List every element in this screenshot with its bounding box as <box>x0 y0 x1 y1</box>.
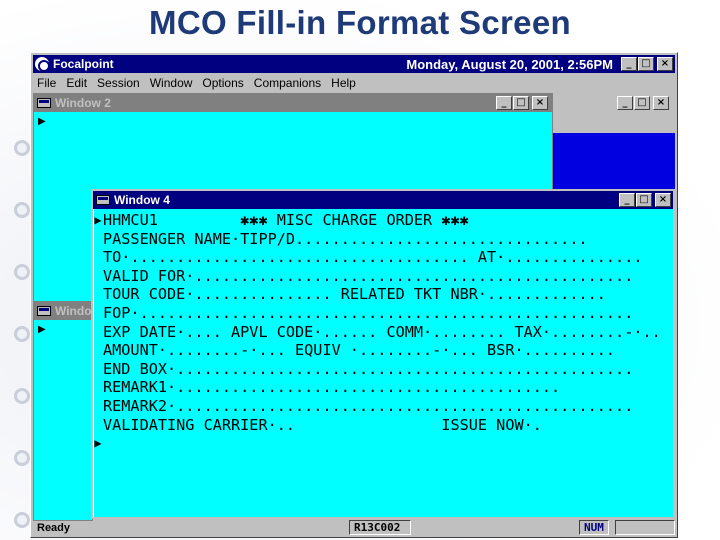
maximize-button[interactable]: □ <box>638 57 654 71</box>
menu-companions[interactable]: Companions <box>250 76 327 90</box>
cursor-marker <box>93 416 103 435</box>
terminal-line[interactable]: TOUR CODE·............... RELATED TKT NB… <box>93 285 673 304</box>
terminal-line-text: TO·.....................................… <box>103 248 643 267</box>
terminal-line-text: AMOUNT·........-·... EQUIV ·........-·..… <box>103 341 616 360</box>
cursor-marker: ▶ <box>38 324 46 335</box>
window-4-controls: _ □ × <box>619 193 671 207</box>
minimize-button[interactable]: _ <box>496 96 512 110</box>
menu-bar: File Edit Session Window Options Compani… <box>33 74 675 92</box>
focalpoint-window: Focalpoint Monday, August 20, 2001, 2:56… <box>30 52 678 538</box>
terminal-line-text: END BOX·................................… <box>103 359 634 378</box>
terminal-line-text: FOP·....................................… <box>103 303 634 322</box>
window-2-controls: _ □ × <box>496 96 548 110</box>
app-name: Focalpoint <box>53 57 114 71</box>
minimize-button[interactable]: _ <box>617 96 633 110</box>
terminal-line[interactable]: ▶ HHMCU1 ✱✱✱ MISC CHARGE ORDER ✱✱✱ <box>93 211 673 230</box>
menu-file[interactable]: File <box>33 76 62 90</box>
status-bar: Ready R13C002 NUM <box>33 519 675 536</box>
cursor-marker: ▶ <box>38 116 46 127</box>
maximize-button[interactable]: □ <box>634 96 650 110</box>
cursor-marker <box>93 304 103 323</box>
terminal-line-text: REMARK2·................................… <box>103 396 634 415</box>
window-2-title: Window 2 <box>55 96 111 110</box>
window-4-title: Window 4 <box>114 193 170 207</box>
status-empty-field <box>615 520 675 535</box>
terminal-line[interactable]: FOP·....................................… <box>93 304 673 323</box>
terminal-line[interactable]: END BOX·................................… <box>93 360 673 379</box>
window-4-titlebar[interactable]: Window 4 _ □ × <box>93 191 673 209</box>
close-button[interactable]: × <box>653 96 669 110</box>
terminal-line[interactable]: AMOUNT·........-·... EQUIV ·........-·..… <box>93 341 673 360</box>
strip-window-controls: _ □ × <box>617 96 669 110</box>
cursor-marker: ▶ <box>94 213 102 227</box>
cursor-marker: ▶ <box>94 436 102 451</box>
datetime-display: Monday, August 20, 2001, 2:56PM <box>406 56 613 72</box>
terminal-line-text: VALIDATING CARRIER·.. ISSUE NOW·. <box>103 415 542 434</box>
status-ready: Ready <box>37 521 71 534</box>
cursor-marker <box>93 397 103 416</box>
terminal-screen[interactable]: ▶ HHMCU1 ✱✱✱ MISC CHARGE ORDER ✱✱✱ PASSENG… <box>93 209 673 453</box>
cursor-position: R13C002 <box>349 520 411 535</box>
terminal-line-text: REMARK1·................................… <box>103 378 561 397</box>
window-2-titlebar[interactable]: Window 2 _ □ × <box>34 94 552 112</box>
cursor-marker <box>93 360 103 379</box>
window-3-title: Windo <box>55 304 92 318</box>
menu-edit[interactable]: Edit <box>62 76 93 90</box>
app-window-controls: _ □ × <box>621 57 673 71</box>
slide-title: MCO Fill-in Format Screen <box>149 4 571 41</box>
menu-window[interactable]: Window <box>146 76 199 90</box>
menu-session[interactable]: Session <box>93 76 146 90</box>
menu-options[interactable]: Options <box>198 76 249 90</box>
terminal-line[interactable]: VALIDATING CARRIER·.. ISSUE NOW·. <box>93 416 673 435</box>
terminal-line[interactable]: VALID FOR·..............................… <box>93 267 673 286</box>
window-4[interactable]: Window 4 _ □ × ▶ HHMCU1 ✱✱✱ MISC CHARGE O… <box>91 189 675 519</box>
terminal-line[interactable]: ▶ <box>93 434 673 453</box>
terminal-window-icon <box>37 306 51 316</box>
terminal-line-text: HHMCU1 ✱✱✱ MISC CHARGE ORDER ✱✱✱ <box>103 211 469 229</box>
num-lock-indicator: NUM <box>579 520 609 535</box>
terminal-window-icon <box>37 98 51 108</box>
cursor-marker <box>93 323 103 342</box>
app-titlebar[interactable]: Focalpoint Monday, August 20, 2001, 2:56… <box>33 55 675 73</box>
maximize-button[interactable]: □ <box>513 96 529 110</box>
cursor-marker <box>93 248 103 267</box>
minimize-button[interactable]: _ <box>621 57 637 71</box>
window-3[interactable]: Windo ▶ <box>33 301 93 521</box>
terminal-line-text: TOUR CODE·............... RELATED TKT NB… <box>103 285 606 304</box>
terminal-line[interactable]: TO·.....................................… <box>93 248 673 267</box>
minimized-window-strip: _ □ × <box>553 93 675 133</box>
close-button[interactable]: × <box>532 96 548 110</box>
cursor-marker <box>93 285 103 304</box>
globe-icon[interactable] <box>35 57 50 72</box>
window-3-titlebar[interactable]: Windo <box>34 302 92 320</box>
terminal-line[interactable]: PASSENGER NAME·TIPP/D...................… <box>93 230 673 249</box>
minimize-button[interactable]: _ <box>619 193 635 207</box>
terminal-line[interactable]: REMARK2·................................… <box>93 397 673 416</box>
terminal-line[interactable]: EXP DATE·.... APVL CODE·...... COMM·....… <box>93 323 673 342</box>
mdi-workspace: _ □ × Window 2 _ □ × ▶ Windo ▶ Window 4 … <box>33 93 675 521</box>
close-button[interactable]: × <box>657 57 673 71</box>
cursor-marker <box>93 267 103 286</box>
cursor-marker <box>93 378 103 397</box>
terminal-window-icon <box>96 195 110 205</box>
terminal-line-text: EXP DATE·.... APVL CODE·...... COMM·....… <box>103 322 661 341</box>
cursor-marker <box>93 230 103 249</box>
cursor-marker <box>93 341 103 360</box>
terminal-line[interactable]: REMARK1·................................… <box>93 378 673 397</box>
menu-help[interactable]: Help <box>327 76 362 90</box>
maximize-button[interactable]: □ <box>636 193 652 207</box>
terminal-line-text: PASSENGER NAME·TIPP/D...................… <box>103 229 588 248</box>
terminal-line-text: VALID FOR·..............................… <box>103 266 634 285</box>
close-button[interactable]: × <box>655 193 671 207</box>
